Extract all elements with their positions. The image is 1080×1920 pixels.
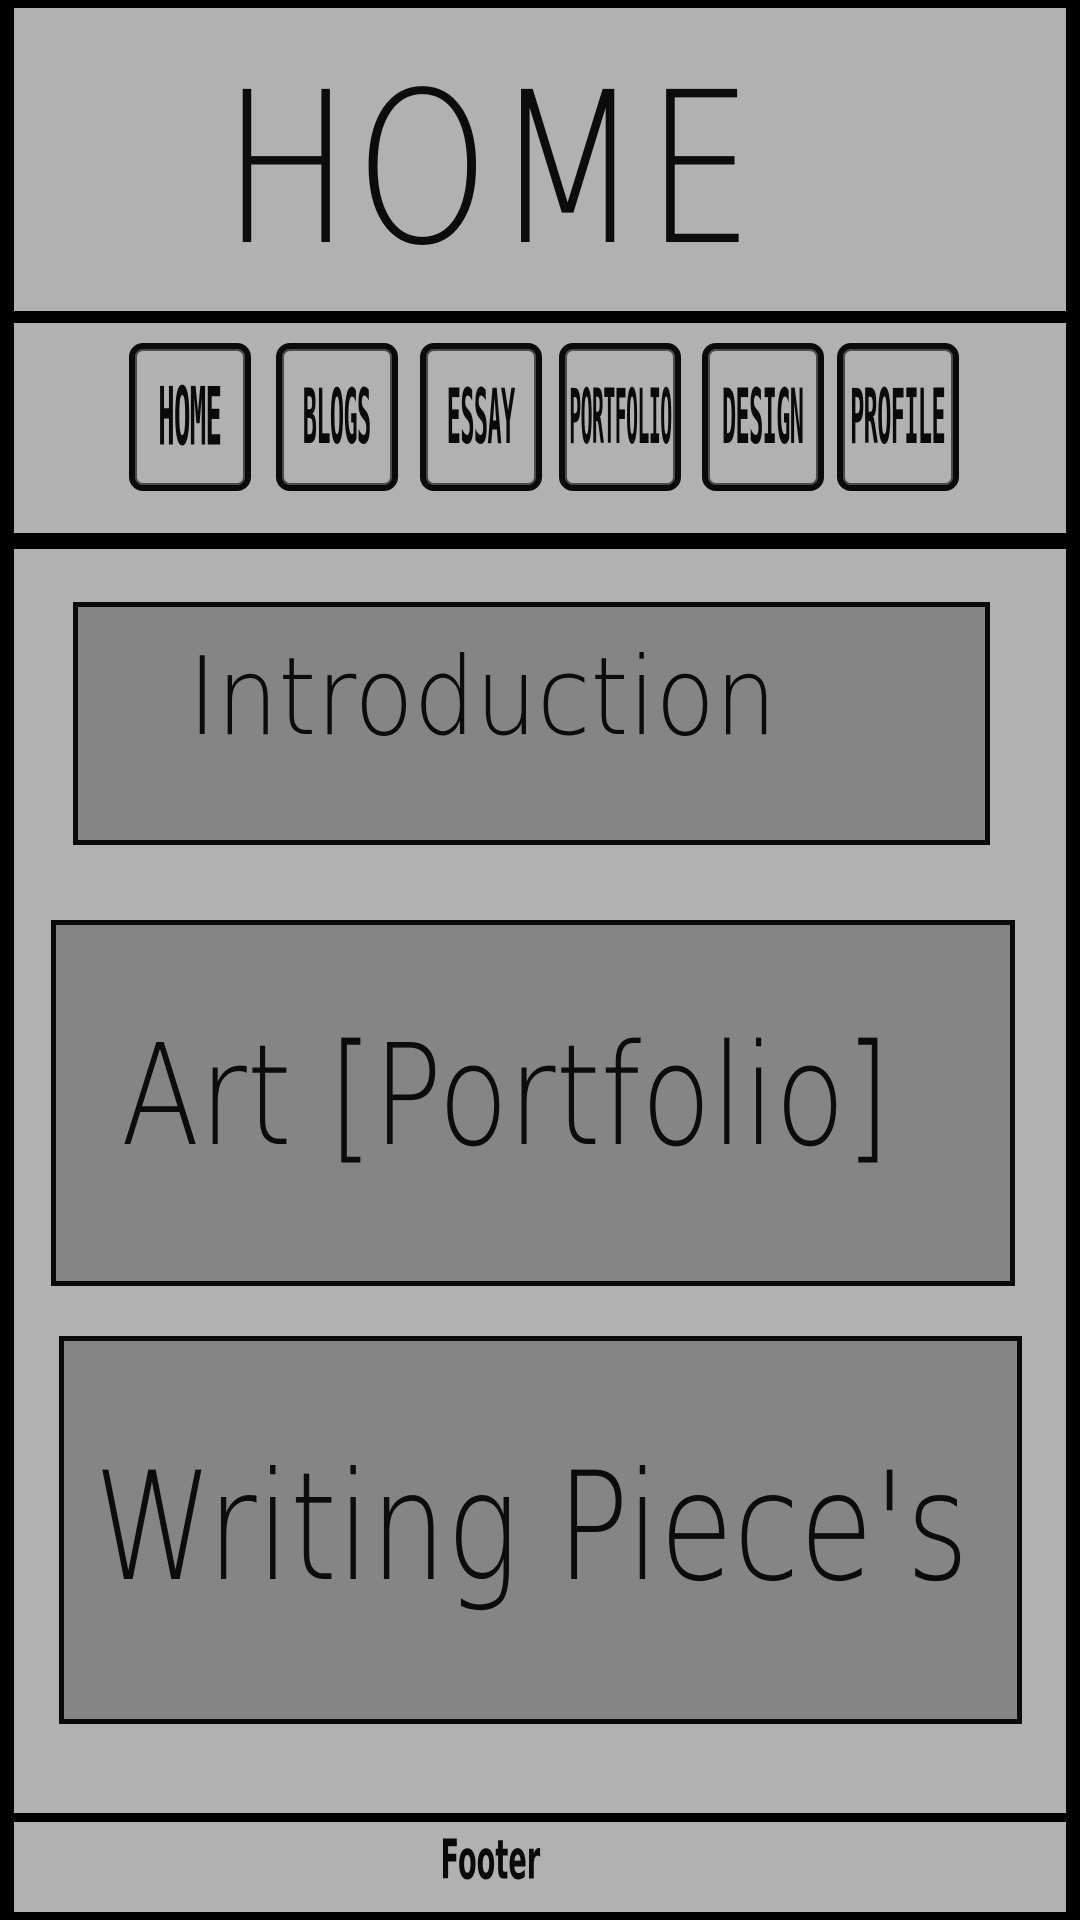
nav-bar: HOME BLOGS ESSAY PORTFOLIO DESIGN PROFIL…: [14, 323, 1066, 533]
nav-button-portfolio[interactable]: PORTFOLIO: [559, 343, 681, 491]
nav-button-blogs[interactable]: BLOGS: [276, 343, 398, 491]
card-writing-pieces-label: Writing Piece's: [94, 1441, 969, 1615]
nav-label-essay: ESSAY: [447, 373, 515, 461]
nav-label-profile: PROFILE: [850, 373, 947, 461]
card-writing-pieces[interactable]: Writing Piece's: [59, 1336, 1022, 1724]
card-introduction[interactable]: Introduction: [73, 602, 990, 845]
page-footer: Footer: [14, 1822, 1066, 1912]
app-frame: HOME HOME BLOGS ESSAY PORTFOLIO DESIGN P…: [0, 0, 1080, 1920]
nav-button-essay[interactable]: ESSAY: [420, 343, 542, 491]
nav-button-home[interactable]: HOME: [129, 343, 251, 491]
main-content: Introduction Art [Portfolio] Writing Pie…: [14, 549, 1066, 1813]
page-title: HOME: [222, 46, 758, 292]
card-art-portfolio[interactable]: Art [Portfolio]: [51, 920, 1015, 1286]
card-introduction-label: Introduction: [188, 635, 777, 760]
page-header: HOME: [14, 8, 1066, 311]
nav-button-design[interactable]: DESIGN: [702, 343, 824, 491]
footer-label: Footer: [440, 1829, 540, 1893]
nav-label-design: DESIGN: [722, 373, 804, 461]
nav-label-portfolio: PORTFOLIO: [568, 373, 672, 461]
card-art-portfolio-label: Art [Portfolio]: [121, 1015, 891, 1178]
nav-label-blogs: BLOGS: [303, 373, 371, 461]
nav-button-profile[interactable]: PROFILE: [837, 343, 959, 491]
nav-label-home: HOME: [158, 370, 222, 464]
